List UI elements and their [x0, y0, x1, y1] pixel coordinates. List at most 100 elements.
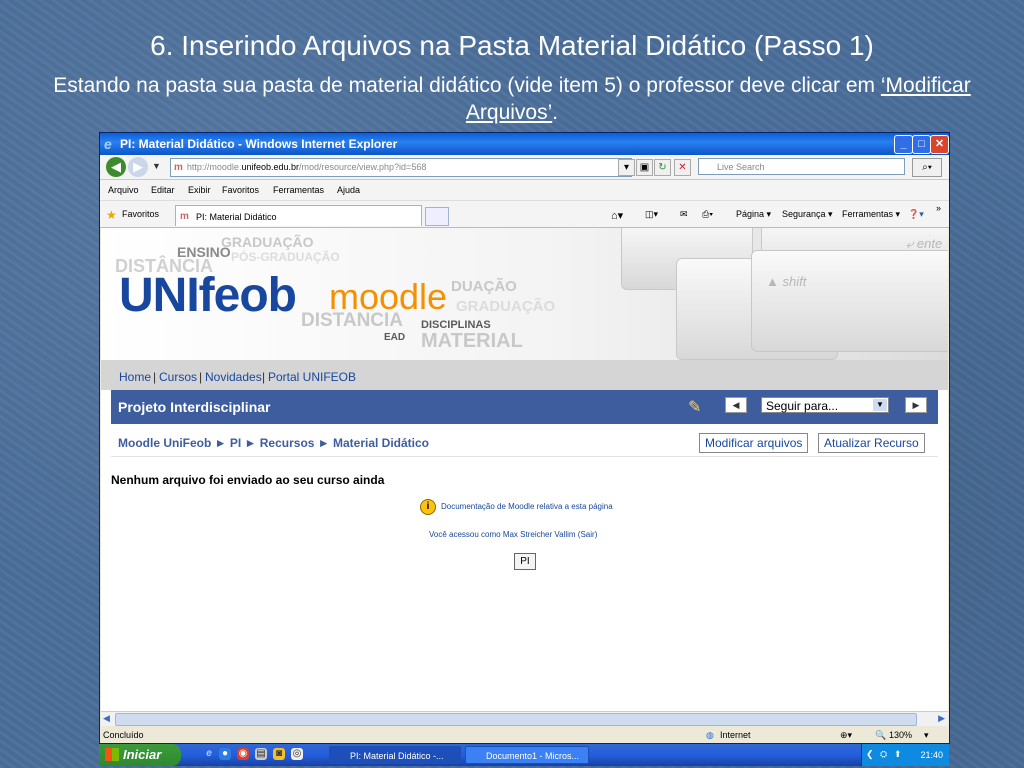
zoom-icon[interactable]: 🔍 [875, 730, 886, 741]
menu-pagina[interactable]: Página ▾ [736, 209, 771, 220]
browser-window: e PI: Material Didático - Windows Intern… [99, 132, 950, 744]
nav-link-novidades[interactable]: Novidades [205, 370, 262, 384]
menu-item-arquivo[interactable]: Arquivo [108, 185, 139, 195]
keyboard-shift-decor: ▲ shift [766, 274, 807, 289]
quicklaunch-icon[interactable]: ● [219, 748, 231, 760]
feeds-icon[interactable]: ◫▾ [645, 209, 658, 220]
moodle-tab-icon: m [180, 211, 189, 222]
minimize-icon[interactable]: _ [894, 135, 913, 154]
start-button[interactable]: Iniciar [99, 744, 181, 766]
navigation-bar: ◀ ▶ ▼ m http://moodle.unifeob.edu.br/mod/… [100, 155, 949, 180]
banner-word: MATERIAL [421, 330, 523, 352]
history-dropdown-icon[interactable]: ▼ [152, 161, 161, 171]
protected-mode-icon[interactable]: ⊕▾ [840, 730, 852, 741]
address-dropdown-icon[interactable]: ▾ [618, 159, 635, 176]
address-domain: unifeob.edu.br [241, 162, 299, 172]
security-zone: Internet [720, 730, 751, 740]
favorites-bar: ★ Favoritos m PI: Material Didático ⌂▾ ◫… [100, 201, 949, 228]
search-input[interactable]: Live Search [698, 158, 905, 175]
slide-subtitle: Estando na pasta sua pasta de material d… [20, 72, 1004, 126]
documentation-link[interactable]: Documentação de Moodle relativa a esta p… [441, 502, 613, 511]
edit-user-icon[interactable]: ✎ [688, 397, 701, 417]
menu-item-exibir[interactable]: Exibir [188, 185, 211, 195]
quicklaunch-icon[interactable]: ◙ [273, 748, 285, 760]
print-icon[interactable]: ⎙▾ [702, 209, 713, 220]
modificar-arquivos-button[interactable]: Modificar arquivos [699, 433, 809, 453]
scroll-thumb[interactable] [115, 713, 917, 726]
network-icon[interactable]: ⛭ [880, 749, 887, 760]
slide-title: 6. Inserindo Arquivos na Pasta Material … [150, 30, 874, 61]
window-titlebar[interactable]: e PI: Material Didático - Windows Intern… [100, 133, 949, 155]
previous-activity-icon[interactable]: ◀ [725, 397, 747, 413]
moodle-logo[interactable]: moodle [329, 276, 447, 318]
top-navigation: Home | Cursos | Novidades | Portal UNIFE… [101, 360, 948, 390]
new-tab-button[interactable] [425, 207, 449, 226]
keyboard-enter-decor: ⤶ ente [906, 236, 943, 251]
banner-word: DUAÇÃO [451, 278, 517, 295]
task-word-document[interactable]: Documento1 - Micros... [465, 746, 589, 764]
home-icon[interactable]: ⌂▾ [611, 209, 623, 222]
page-content: ⤶ ente ▲ shift ENSINO GRADUAÇÃO DISTÂNCI… [101, 228, 948, 711]
scroll-left-icon[interactable]: ◀ [103, 713, 110, 724]
menu-item-favoritos[interactable]: Favoritos [222, 185, 259, 195]
info-icon: i [420, 499, 436, 515]
login-info[interactable]: Você acessou como Max Streicher Vallim (… [429, 530, 597, 539]
atualizar-recurso-button[interactable]: Atualizar Recurso [818, 433, 925, 453]
refresh-icon[interactable]: ↻ [654, 159, 671, 176]
search-icon[interactable]: ⌕▾ [912, 158, 942, 177]
scroll-right-icon[interactable]: ▶ [938, 713, 945, 724]
unifeob-logo[interactable]: UNIfeob [119, 268, 297, 323]
jump-to-select[interactable]: Seguir para... ▼ [761, 397, 889, 413]
menu-bar: Arquivo Editar Exibir Favoritos Ferramen… [100, 180, 949, 201]
horizontal-scrollbar[interactable]: ◀ ▶ [101, 711, 948, 726]
clock[interactable]: 21:40 [920, 750, 943, 760]
keyboard-key-decor [751, 250, 948, 352]
tray-expand-icon[interactable]: ❮ [866, 749, 874, 760]
doc-link-row: i Documentação de Moodle relativa a esta … [420, 499, 613, 515]
menu-item-ferramentas[interactable]: Ferramentas [273, 185, 324, 195]
back-arrow-icon[interactable]: ◀ [106, 157, 126, 177]
update-icon[interactable]: ⬆ [894, 749, 902, 760]
next-activity-icon[interactable]: ▶ [905, 397, 927, 413]
ie-icon: e [104, 136, 112, 152]
windows-taskbar: Iniciar e ● ◉ ▤ ◙ ◎ PI: Material Didátic… [99, 744, 949, 766]
quicklaunch-icon[interactable]: ▤ [255, 748, 267, 760]
nav-separator: | [199, 370, 203, 384]
favorites-button[interactable]: Favoritos [122, 209, 159, 219]
menu-seguranca[interactable]: Segurança ▾ [782, 209, 833, 220]
moodle-header-banner: ⤶ ente ▲ shift ENSINO GRADUAÇÃO DISTÂNCI… [101, 228, 948, 360]
forward-arrow-icon[interactable]: ▶ [128, 157, 148, 177]
system-tray: ❮ ⛭ ⬆ 21:40 [861, 744, 949, 766]
tab-material-didatico[interactable]: m PI: Material Didático [175, 205, 422, 226]
stop-icon[interactable]: ✕ [674, 159, 691, 176]
close-icon[interactable]: ✕ [930, 135, 949, 154]
banner-word: GRADUAÇÃO [456, 298, 556, 315]
course-shortname-link[interactable]: PI [514, 553, 536, 570]
address-path: /mod/resource/view.php?id=568 [299, 162, 427, 172]
compatibility-icon[interactable]: ▣ [636, 159, 653, 176]
ie-quicklaunch-icon[interactable]: e [203, 748, 215, 760]
task-ie-window[interactable]: PI: Material Didático -... [329, 746, 461, 764]
mail-icon[interactable]: ✉ [680, 209, 688, 220]
menu-item-editar[interactable]: Editar [151, 185, 175, 195]
slide-subtitle-end: . [552, 101, 559, 124]
maximize-icon[interactable]: □ [912, 135, 931, 154]
help-icon[interactable]: ❓▾ [908, 209, 924, 220]
favorites-star-icon[interactable]: ★ [106, 208, 117, 222]
quicklaunch-icon[interactable]: ◎ [291, 748, 303, 760]
nav-link-cursos[interactable]: Cursos [159, 370, 197, 384]
menu-ferramentas[interactable]: Ferramentas ▾ [842, 209, 900, 220]
banner-word: EAD [384, 332, 406, 343]
nav-link-portal[interactable]: Portal UNIFEOB [268, 370, 356, 384]
chevron-more-icon[interactable]: » [936, 203, 941, 213]
quicklaunch-icon[interactable]: ◉ [237, 748, 249, 760]
zoom-level[interactable]: 130% [889, 730, 912, 740]
address-bar[interactable]: m http://moodle.unifeob.edu.br/mod/resour… [170, 158, 632, 177]
breadcrumb[interactable]: Moodle UniFeob ► PI ► Recursos ► Materia… [118, 436, 429, 450]
nav-separator: | [262, 370, 266, 384]
zoom-dropdown-icon[interactable]: ▾ [924, 730, 929, 741]
nav-link-home[interactable]: Home [119, 370, 151, 384]
slide-subtitle-text: Estando na pasta sua pasta de material d… [53, 74, 881, 97]
menu-item-ajuda[interactable]: Ajuda [337, 185, 360, 195]
course-title: Projeto Interdisciplinar [118, 399, 271, 415]
